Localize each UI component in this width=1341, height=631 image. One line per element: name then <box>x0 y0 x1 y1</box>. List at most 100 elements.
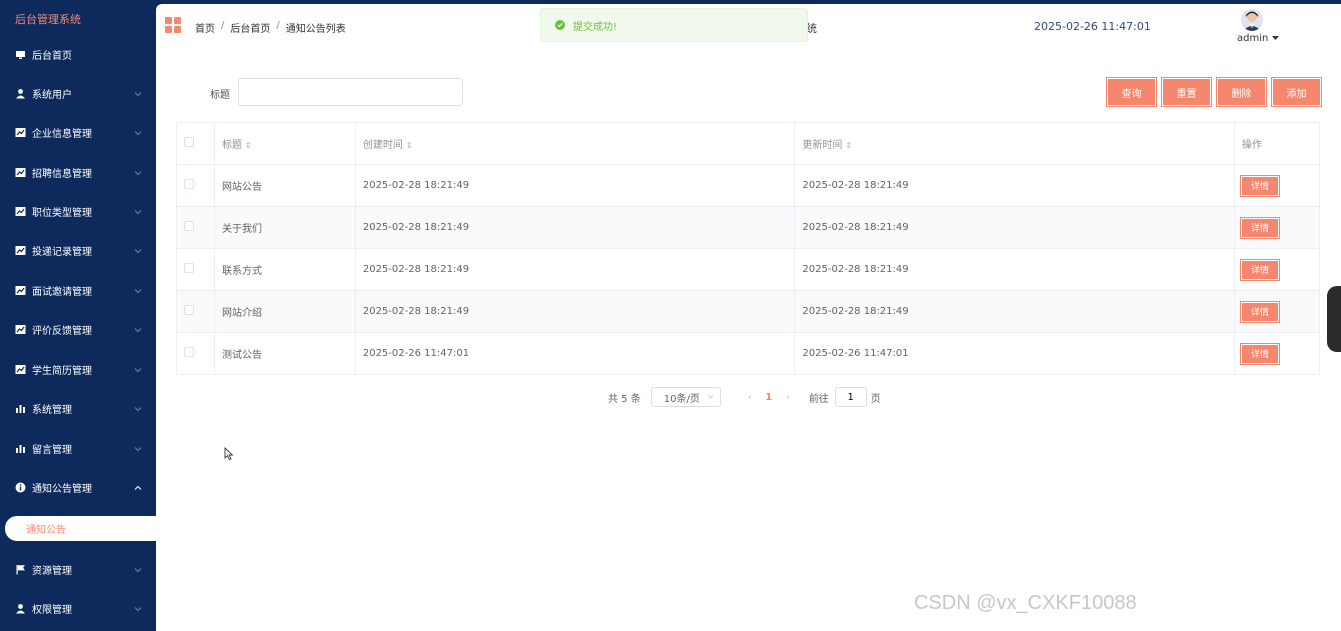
cell-ops: 详情 <box>1234 248 1320 291</box>
cell-created: 2025-02-28 18:21:49 <box>354 164 796 207</box>
sidebar-item[interactable]: 职位类型管理 <box>0 192 156 231</box>
sidebar-item-label: 权限管理 <box>32 605 72 616</box>
sidebar-item[interactable]: 后台首页 <box>0 35 156 74</box>
sidebar-item-label: 留言管理 <box>32 445 72 456</box>
sidebar-item[interactable]: 系统管理 <box>0 389 156 428</box>
next-page-button[interactable]: › <box>777 392 799 403</box>
sidebar-item[interactable]: 系统用户 <box>0 74 156 113</box>
sidebar-item-label: 资源管理 <box>32 566 72 577</box>
sidebar-item[interactable]: 企业信息管理 <box>0 113 156 152</box>
sidebar-item[interactable]: 权限管理 <box>0 589 156 628</box>
table-row: 网站公告 2025-02-28 18:21:49 2025-02-28 18:21:… <box>176 164 1320 207</box>
detail-button[interactable]: 详情 <box>1240 258 1280 281</box>
chevron-down-icon <box>134 247 142 255</box>
current-datetime: 2025-02-26 11:47:01 <box>1034 20 1151 33</box>
breadcrumb-dashboard[interactable]: 后台首页 <box>230 20 270 35</box>
avatar[interactable] <box>1241 9 1263 31</box>
sidebar-item-label: 系统管理 <box>32 405 72 416</box>
chevron-up-icon <box>134 484 142 492</box>
row-checkbox[interactable] <box>184 221 194 231</box>
table-row: 关于我们 2025-02-28 18:21:49 2025-02-28 18:21:… <box>176 206 1320 249</box>
sidebar-item[interactable]: 通知公告管理 <box>0 468 156 507</box>
cell-title: 关于我们 <box>213 206 356 249</box>
sidebar-item-label: 通知公告管理 <box>32 484 92 495</box>
row-checkbox[interactable] <box>184 347 194 357</box>
side-drawer-handle[interactable] <box>1327 286 1341 352</box>
user-menu[interactable]: admin <box>1237 33 1279 44</box>
chevron-down-icon <box>134 366 142 374</box>
breadcrumb-home[interactable]: 首页 <box>195 20 215 35</box>
chart-icon <box>15 285 26 296</box>
cell-updated: 2025-02-28 18:21:49 <box>794 248 1235 291</box>
cell-updated: 2025-02-28 18:21:49 <box>794 164 1235 207</box>
cell-updated: 2025-02-28 18:21:49 <box>794 206 1235 249</box>
page-size-select[interactable]: 10条/页 <box>650 387 721 407</box>
sidebar-item[interactable]: 评价反馈管理 <box>0 310 156 349</box>
detail-button[interactable]: 详情 <box>1240 216 1280 239</box>
table-row: 测试公告 2025-02-26 11:47:01 2025-02-26 11:47:… <box>176 332 1320 375</box>
sidebar-item-label: 后台首页 <box>32 51 72 62</box>
avatar-image-icon <box>1243 11 1261 31</box>
breadcrumb: 首页 / 后台首页 / 通知公告列表 <box>195 20 346 35</box>
sort-icon[interactable]: ⇕ <box>845 141 852 150</box>
detail-button[interactable]: 详情 <box>1240 174 1280 197</box>
sidebar-item[interactable]: 面试邀请管理 <box>0 271 156 310</box>
delete-button[interactable]: 删除 <box>1216 77 1267 107</box>
sidebar-item-label: 面试邀请管理 <box>32 287 92 298</box>
cell-title: 联系方式 <box>213 248 356 291</box>
sidebar-item-label: 系统用户 <box>32 90 72 101</box>
toast-message: 提交成功! <box>573 21 618 33</box>
select-all-checkbox[interactable] <box>184 137 194 147</box>
cell-title: 网站介绍 <box>213 290 356 333</box>
caret-down-icon <box>1271 36 1279 40</box>
cell-ops: 详情 <box>1234 206 1320 249</box>
breadcrumb-separator: / <box>276 20 280 31</box>
detail-button[interactable]: 详情 <box>1240 300 1280 323</box>
row-checkbox[interactable] <box>184 263 194 273</box>
cell-title: 测试公告 <box>213 332 356 375</box>
app-title: 后台管理系统 <box>15 13 81 26</box>
goto-page-input[interactable] <box>834 387 867 407</box>
sidebar-item[interactable]: 留言管理 <box>0 429 156 468</box>
chevron-down-icon <box>134 405 142 413</box>
sort-icon[interactable]: ⇕ <box>245 141 252 150</box>
chart-icon <box>15 127 26 138</box>
sidebar-item[interactable]: 学生简历管理 <box>0 350 156 389</box>
mouse-cursor-icon <box>224 447 234 461</box>
header-ops: 操作 <box>1234 122 1320 165</box>
sidebar-item-label: 投递记录管理 <box>32 247 92 258</box>
add-button[interactable]: 添加 <box>1271 77 1322 107</box>
sidebar: 后台管理系统 后台首页系统用户企业信息管理 招聘信息管理职位类型管理 投递记录管理面… <box>0 0 156 631</box>
title-search-input[interactable] <box>238 78 463 106</box>
page-number-current[interactable]: 1 <box>761 392 777 403</box>
sidebar-item[interactable]: 资源管理 <box>0 550 156 589</box>
user-icon <box>15 88 26 99</box>
header-title[interactable]: 标题 ⇕ <box>213 122 356 165</box>
row-checkbox[interactable] <box>184 305 194 315</box>
grid-menu-icon[interactable] <box>165 17 181 33</box>
query-button[interactable]: 查询 <box>1106 77 1157 107</box>
sidebar-item-label: 职位类型管理 <box>32 208 92 219</box>
header-created[interactable]: 创建时间 ⇕ <box>354 122 796 165</box>
watermark: CSDN @vx_CXKF10088 <box>914 592 1137 614</box>
chevron-down-icon <box>134 208 142 216</box>
pagination: 共 5 条 10条/页 ‹ 1 › 前往 页 <box>608 387 881 407</box>
header-updated[interactable]: 更新时间 ⇕ <box>794 122 1235 165</box>
flag-icon <box>15 564 26 575</box>
detail-button[interactable]: 详情 <box>1240 342 1280 365</box>
row-select-cell <box>176 206 215 249</box>
prev-page-button[interactable]: ‹ <box>739 392 761 403</box>
sidebar-item-label: 评价反馈管理 <box>32 326 92 337</box>
cell-title: 网站公告 <box>213 164 356 207</box>
user-icon <box>15 603 26 614</box>
chevron-down-icon <box>134 129 142 137</box>
chevron-down-icon <box>134 287 142 295</box>
sidebar-item[interactable]: 投递记录管理 <box>0 231 156 270</box>
sort-icon[interactable]: ⇕ <box>406 141 413 150</box>
reset-button[interactable]: 重置 <box>1161 77 1212 107</box>
cell-updated: 2025-02-26 11:47:01 <box>794 332 1235 375</box>
breadcrumb-current: 通知公告列表 <box>285 24 346 35</box>
sidebar-item[interactable]: 招聘信息管理 <box>0 153 156 192</box>
sidebar-subitem-notice[interactable]: 通知公告 <box>5 516 156 541</box>
row-checkbox[interactable] <box>184 179 194 189</box>
